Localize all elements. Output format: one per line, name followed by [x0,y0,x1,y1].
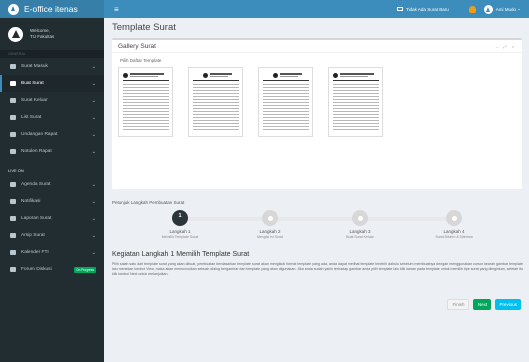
chevron-down-icon: ⌄ [91,63,96,70]
template-thumbnail-3[interactable] [258,67,313,137]
gallery-title: Gallery Surat [118,42,156,50]
user-panel: Welcome, TU Fakultas [0,18,104,50]
wizard-step-4[interactable]: Langkah 4 Surat Dikirim & Diterima [409,210,499,239]
document-logo-icon [333,73,338,78]
note-icon [10,149,16,154]
sidebar-item-surat-keluar[interactable]: Surat Keluar ⌄ [0,92,104,109]
finish-button[interactable]: Finish [447,299,470,310]
wizard-step-1[interactable]: 1 Langkah 1 Memilih Template Surat [135,210,225,239]
sidebar-item-forum-diskusi[interactable]: Forum Diskusi On Progress [0,261,104,278]
calendar-icon [10,132,16,137]
chevron-down-icon: ⌄ [91,114,96,121]
document-logo-icon [203,73,208,78]
wizard-step-3[interactable]: Langkah 3 Buat Surat Keluar [315,210,405,239]
avatar[interactable] [483,4,493,14]
document-logo-icon [123,73,128,78]
sidebar-item-undangan-rapat[interactable]: Undangan Rapat ⌄ [0,126,104,143]
mail-status[interactable]: Tidak Ada Surat Baru [406,7,449,12]
sidebar-item-surat-masuk[interactable]: Surat Masuk ⌄ [0,58,104,75]
calendar-icon [10,250,16,255]
wizard-label: Petunjuk Langkah Pembuatan Surat [112,200,185,205]
chevron-down-icon: ⌄ [91,198,96,205]
bell-icon [10,199,16,204]
chat-icon [10,267,16,272]
list-icon [10,115,16,120]
sidebar-item-notifikasi[interactable]: Notifikasi ⌄ [0,193,104,210]
sidebar-item-agenda-surat[interactable]: Agenda Surat ⌄ [0,176,104,193]
template-thumbnail-4[interactable] [328,67,383,137]
document-logo-icon [273,73,278,78]
template-thumbnail-1[interactable] [118,67,173,137]
chevron-down-icon: ⌄ [91,131,96,138]
agenda-icon [10,182,16,187]
expand-icon[interactable]: ⤢ [503,44,508,49]
send-icon [10,98,16,103]
next-button[interactable]: Next [473,299,492,310]
gallery-box: Gallery Surat – ⤢ × Pilih Daftar Templat… [112,38,522,189]
app-title: E-office itenas [24,4,78,14]
sidebar-item-list-surat[interactable]: List Surat ⌄ [0,109,104,126]
sidebar-item-notulen-rapat[interactable]: Notulen Rapat ⌄ [0,143,104,160]
chevron-down-icon: ⌄ [91,148,96,155]
top-navbar: ≡ Tidak Ada Surat Baru Ami Mudo ⌄ [104,0,529,18]
page-title: Template Surat [112,22,176,33]
sidebar-item-buat-surat[interactable]: Buat Surat ⌄ [0,75,104,92]
menu-toggle-icon[interactable]: ≡ [114,5,119,14]
chevron-down-icon: ⌄ [91,232,96,239]
user-avatar [8,26,23,42]
edit-icon [10,81,16,86]
chevron-down-icon: ⌄ [91,181,96,188]
sidebar-item-laporan-surat[interactable]: Laporan Surat ⌄ [0,210,104,227]
step-wizard: 1 Langkah 1 Memilih Template Surat Langk… [112,210,522,245]
close-icon[interactable]: × [512,44,516,49]
previous-button[interactable]: Previous [495,299,521,310]
inbox-icon [10,64,16,69]
sidebar-section-live: LIVE ON [8,168,24,173]
step-instructions: Pilih salah satu dari template surat yan… [112,262,524,277]
chevron-down-icon: ⌄ [91,215,96,222]
template-list [112,67,522,137]
chevron-down-icon: ⌄ [91,80,96,87]
chevron-down-icon: ⌄ [515,6,521,11]
archive-icon [10,233,16,238]
sidebar: E-office itenas Welcome, TU Fakultas GEN… [0,0,104,362]
app-logo-icon [8,3,19,15]
sidebar-section-general: GENERAL [0,50,104,58]
collapse-icon[interactable]: – [496,44,500,49]
sidebar-item-arsip-surat[interactable]: Arsip Surat ⌄ [0,227,104,244]
gallery-subtitle: Pilih Daftar Template [120,58,162,63]
step-section-title: Kegiatan Langkah 1 Memilih Template Sura… [112,251,250,258]
notification-icon[interactable] [468,5,476,13]
mail-icon [397,7,404,11]
user-menu[interactable]: Ami Mudo [496,7,516,12]
sidebar-item-kalender-fti[interactable]: Kalender FTI ⌄ [0,244,104,261]
wizard-buttons: Finish Next Previous [447,299,521,310]
brand[interactable]: E-office itenas [0,0,104,18]
report-icon [10,216,16,221]
template-thumbnail-2[interactable] [188,67,243,137]
user-name: TU Fakultas [30,34,55,39]
chevron-down-icon: ⌄ [91,249,96,256]
status-badge: On Progress [74,266,96,273]
wizard-step-2[interactable]: Langkah 2 Mengisi Isi Surat [225,210,315,239]
chevron-down-icon: ⌄ [91,97,96,104]
